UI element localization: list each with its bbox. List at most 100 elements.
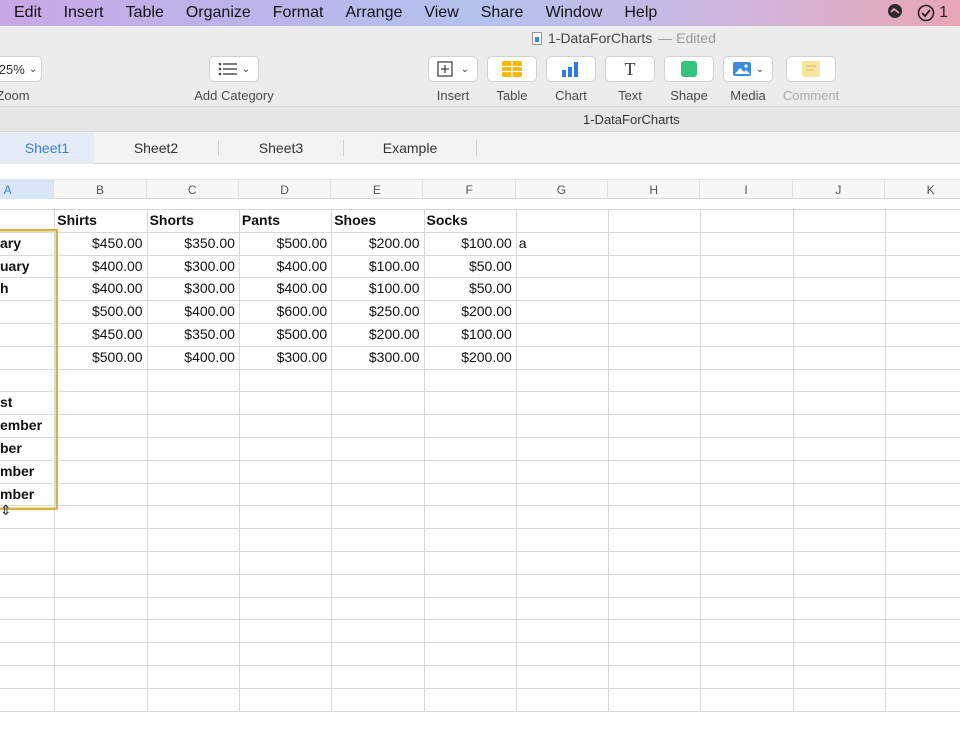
shape-label: Shape	[670, 88, 708, 103]
table-cell[interactable]: $300.00	[335, 349, 420, 365]
column-header-e[interactable]: E	[331, 180, 424, 199]
list-icon	[218, 62, 237, 76]
table-cell[interactable]: $300.00	[151, 258, 235, 274]
grid-row-line	[0, 414, 960, 416]
add-category-button[interactable]: ⌄	[209, 56, 259, 82]
chart-button[interactable]	[546, 56, 596, 82]
sheet-title: 1-DataForCharts	[583, 112, 680, 127]
table-cell[interactable]: $500.00	[243, 326, 328, 342]
media-group: ⌄ Media	[723, 56, 773, 103]
tab-sheet3[interactable]: Sheet3	[219, 132, 343, 164]
media-button[interactable]: ⌄	[723, 56, 773, 82]
table-cell[interactable]: $500.00	[58, 349, 143, 365]
resize-handle-icon[interactable]: ⇕	[0, 502, 12, 519]
column-header-h[interactable]: H	[608, 180, 701, 199]
checkmark-status-icon[interactable]: 1	[917, 4, 948, 22]
table-cell[interactable]: $50.00	[428, 280, 512, 296]
table-cell[interactable]: $200.00	[428, 303, 512, 319]
table-cell[interactable]: $500.00	[58, 303, 143, 319]
column-header-cell[interactable]: Pants	[242, 212, 280, 228]
table-cell[interactable]: $350.00	[151, 235, 235, 251]
table-cell[interactable]: $100.00	[335, 258, 420, 274]
grid-row-line	[0, 619, 960, 621]
column-header-cell[interactable]: Shoes	[334, 212, 376, 228]
menu-share[interactable]: Share	[481, 4, 524, 22]
table-cell[interactable]: $50.00	[428, 258, 512, 274]
table-cell[interactable]: $400.00	[58, 280, 143, 296]
bar-chart-icon	[562, 62, 578, 77]
cloud-status-icon[interactable]	[885, 3, 905, 24]
insert-button[interactable]: ⌄	[428, 56, 478, 82]
column-header-d[interactable]: D	[239, 180, 332, 199]
selection-box[interactable]	[0, 229, 58, 510]
menu-view[interactable]: View	[424, 4, 458, 22]
menu-arrange[interactable]: Arrange	[345, 4, 402, 22]
grid-row-line	[0, 551, 960, 552]
table-cell[interactable]: $600.00	[243, 303, 328, 319]
table-cell[interactable]: $500.00	[243, 235, 328, 251]
tab-sheet2[interactable]: Sheet2	[94, 132, 218, 164]
column-header-cell[interactable]: Shirts	[57, 212, 97, 228]
table-cell[interactable]: $450.00	[58, 326, 143, 342]
text-group: T Text	[605, 56, 655, 103]
column-header-i[interactable]: I	[700, 180, 793, 199]
column-header-c[interactable]: C	[147, 180, 239, 199]
grid-row-line	[0, 437, 960, 438]
table-cell[interactable]: $300.00	[151, 280, 235, 296]
menu-window[interactable]: Window	[545, 4, 602, 22]
column-header-b[interactable]: B	[54, 180, 147, 199]
zoom-button[interactable]: 25% ⌄	[0, 56, 42, 82]
grid-row-line	[0, 505, 960, 507]
table-cell[interactable]: $400.00	[58, 258, 143, 274]
shape-icon	[681, 61, 697, 77]
chart-group: Chart	[546, 56, 596, 103]
menu-organize[interactable]: Organize	[186, 4, 251, 22]
grid-row-line	[0, 209, 960, 210]
menu-table[interactable]: Table	[126, 4, 164, 22]
column-header-f[interactable]: F	[424, 180, 516, 199]
table-cell[interactable]: $100.00	[428, 235, 512, 251]
table-cell[interactable]: $400.00	[151, 349, 235, 365]
column-header-k[interactable]: K	[885, 180, 960, 199]
media-label: Media	[730, 88, 766, 103]
menu-format[interactable]: Format	[273, 4, 324, 22]
menu-edit[interactable]: Edit	[14, 4, 42, 22]
table-cell[interactable]: $250.00	[335, 303, 420, 319]
text-button[interactable]: T	[605, 56, 655, 82]
table-cell[interactable]: $400.00	[243, 258, 328, 274]
menu-help[interactable]: Help	[624, 4, 657, 22]
grid-row-line	[0, 642, 960, 644]
column-header-j[interactable]: J	[793, 180, 885, 199]
tab-sheet1[interactable]: Sheet1	[0, 132, 94, 164]
table-cell[interactable]: $200.00	[335, 326, 420, 342]
comment-button[interactable]	[786, 56, 836, 82]
column-header-cell[interactable]: Shorts	[150, 212, 194, 228]
table-cell[interactable]: $200.00	[335, 235, 420, 251]
table-cell[interactable]: $100.00	[428, 326, 512, 342]
column-header-a[interactable]: A	[0, 180, 55, 199]
table-cell[interactable]: $300.00	[243, 349, 328, 365]
table-cell[interactable]: $400.00	[243, 280, 328, 296]
shape-button[interactable]	[664, 56, 714, 82]
table-icon	[502, 61, 522, 77]
table-cell[interactable]: $400.00	[151, 303, 235, 319]
grid-row-line	[0, 345, 960, 347]
table-cell[interactable]: $200.00	[428, 349, 512, 365]
zoom-label: Zoom	[0, 88, 30, 103]
media-icon	[732, 62, 751, 76]
table-cell[interactable]: $450.00	[58, 235, 143, 251]
column-header-g[interactable]: G	[516, 180, 609, 199]
table-cell[interactable]: $350.00	[151, 326, 235, 342]
add-category-group: ⌄ Add Category	[192, 56, 276, 103]
sheet-title-bar: 1-DataForCharts	[0, 106, 960, 132]
tab-example[interactable]: Example	[344, 132, 476, 164]
menu-insert[interactable]: Insert	[64, 4, 104, 22]
grid-row-line	[0, 482, 960, 484]
table-cell[interactable]: $100.00	[335, 280, 420, 296]
insert-group: ⌄ Insert	[428, 56, 478, 103]
table-button[interactable]	[487, 56, 537, 82]
spreadsheet-canvas[interactable]: ABCDEFGHIJK Shirts Shorts Pants Shoes Socks a…	[0, 164, 960, 750]
column-header-cell[interactable]: Socks	[427, 212, 468, 228]
table-cell-g2[interactable]: a	[519, 235, 527, 251]
grid-row-line	[0, 368, 960, 370]
